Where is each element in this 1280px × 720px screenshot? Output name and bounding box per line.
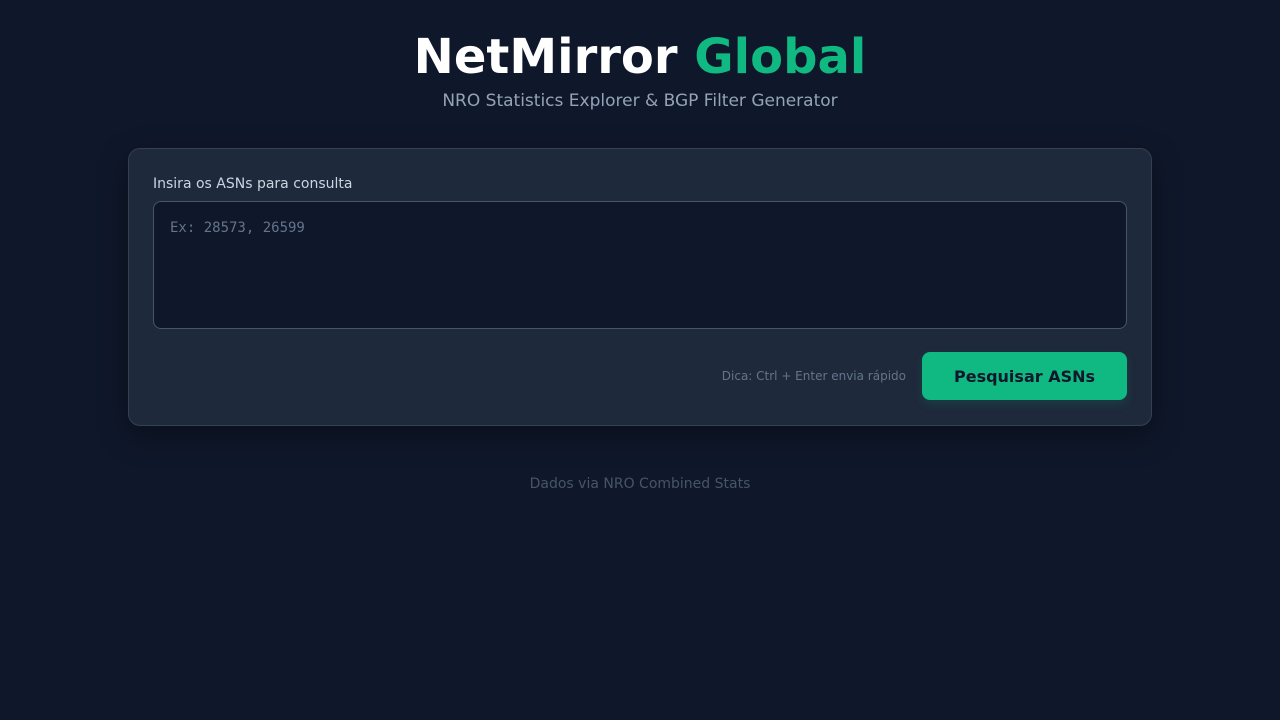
keyboard-hint: Dica: Ctrl + Enter envia rápido (721, 369, 906, 383)
title-accent: Global (694, 29, 867, 85)
asn-input[interactable] (153, 201, 1127, 329)
search-card: Insira os ASNs para consulta Dica: Ctrl … (128, 148, 1152, 426)
search-asns-button[interactable]: Pesquisar ASNs (922, 352, 1127, 400)
footer-credit: Dados via NRO Combined Stats (529, 476, 751, 492)
page-header: NetMirror Global NRO Statistics Explorer… (0, 28, 1280, 112)
title-main: NetMirror (413, 29, 678, 85)
page-subtitle: NRO Statistics Explorer & BGP Filter Gen… (442, 91, 838, 111)
page-title: NetMirror Global (0, 28, 1280, 86)
asn-input-label: Insira os ASNs para consulta (153, 176, 353, 192)
